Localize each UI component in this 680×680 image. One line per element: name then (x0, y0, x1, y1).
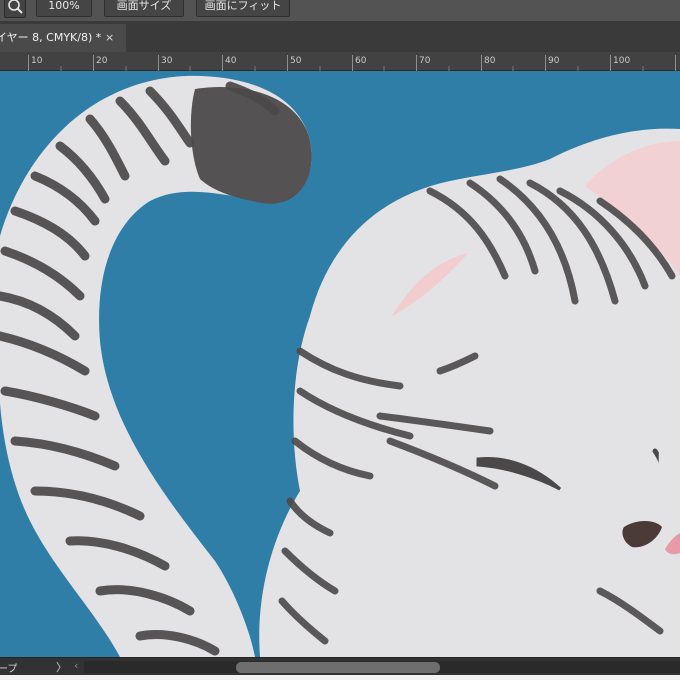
document-tab-title: イヤー 8, CMYK/8) * (0, 31, 102, 44)
ruler-label-70: 70 (419, 56, 431, 66)
zoom-level-field[interactable]: 100% (36, 0, 92, 17)
bottom-edge-strip (0, 675, 680, 680)
horizontal-ruler: 10 20 30 40 50 60 70 80 90 100 (0, 52, 680, 71)
document-canvas[interactable] (0, 71, 680, 657)
options-bar: 100% 画面サイズ 画面にフィット (0, 0, 680, 22)
ruler-label-50: 50 (290, 56, 302, 66)
scroll-left-arrow-icon[interactable]: ‹ (74, 659, 78, 672)
ruler-label-90: 90 (548, 56, 560, 66)
status-expand-arrow-icon[interactable]: 〉 (56, 659, 67, 675)
document-tab[interactable]: イヤー 8, CMYK/8) * × (0, 24, 126, 52)
ruler-label-10: 10 (31, 56, 43, 66)
zoom-magnifier-icon (8, 0, 23, 14)
cat-body (259, 128, 680, 657)
ruler-label-60: 60 (355, 56, 367, 66)
ruler-label-80: 80 (484, 56, 496, 66)
ruler-label-100: 100 (613, 56, 630, 66)
fit-screen-button[interactable]: 画面サイズ (104, 0, 184, 17)
cat-illustration (0, 75, 680, 657)
horizontal-scrollbar-thumb[interactable] (236, 662, 440, 673)
fit-window-button[interactable]: 画面にフィット (196, 0, 290, 17)
close-tab-icon[interactable]: × (105, 24, 114, 52)
ruler-label-20: 20 (96, 56, 108, 66)
cat-tail (0, 75, 312, 657)
zoom-tool-button[interactable] (4, 0, 26, 18)
ruler-ticks: 10 20 30 40 50 60 70 80 90 100 (28, 55, 676, 71)
document-tab-strip: イヤー 8, CMYK/8) * × (0, 22, 680, 52)
status-text: ープ (0, 664, 18, 675)
ruler-label-30: 30 (161, 56, 173, 66)
ruler-label-40: 40 (225, 56, 237, 66)
